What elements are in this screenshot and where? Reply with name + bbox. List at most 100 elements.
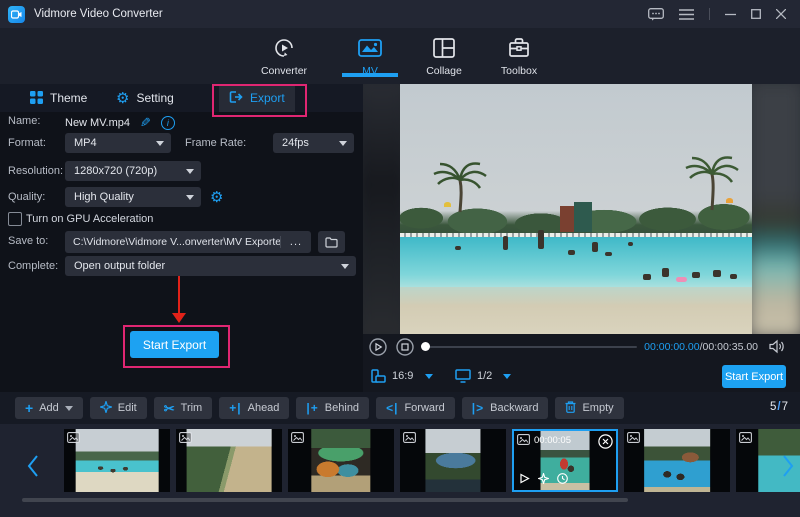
mv-icon [338,34,402,62]
nav-tab-mv[interactable]: MV [338,34,402,77]
annotation-arrow-head [172,313,186,323]
ahead-icon [229,402,241,414]
forward-button[interactable]: Forward [376,397,455,419]
quality-select[interactable]: High Quality [65,187,201,207]
tab-theme[interactable]: Theme [20,84,97,112]
theme-icon [30,91,43,106]
edit-name-icon[interactable] [140,115,151,131]
gear-icon [116,91,129,106]
add-button[interactable]: Add [15,397,83,419]
nav-tab-collage[interactable]: Collage [412,34,476,77]
nav-tab-toolbox[interactable]: Toolbox [487,34,551,77]
complete-select[interactable]: Open output folder [65,256,356,276]
image-icon [403,432,416,446]
quality-label: Quality: [8,191,45,203]
video-frame [400,84,752,334]
trim-button[interactable]: Trim [154,397,213,419]
resolution-select[interactable]: 1280x720 (720p) [65,161,201,181]
timeline-thumbnail[interactable] [64,429,170,492]
image-icon [627,432,640,446]
behind-button[interactable]: Behind [296,397,369,419]
timeline: 00:00:05 [0,424,800,517]
add-icon [25,401,33,415]
thumbnail-photo [187,429,272,492]
gpu-label: Turn on GPU Acceleration [26,213,153,225]
scene-structure [560,206,574,232]
scene-water [400,237,752,287]
close-icon[interactable] [776,9,786,19]
timeline-thumbnail[interactable] [176,429,282,492]
preview-clip-icon[interactable] [519,473,530,487]
timeline-thumbnail[interactable] [400,429,506,492]
app-window: Vidmore Video Converter [0,0,800,517]
timeline-scrollbar[interactable] [22,498,628,502]
screen-icon[interactable] [455,369,471,386]
timeline-thumbnail[interactable] [624,429,730,492]
image-icon [739,432,752,446]
open-folder-button[interactable] [318,231,345,253]
backward-button[interactable]: Backward [462,397,549,419]
counter-total: 7 [782,401,788,413]
image-icon [67,432,80,446]
converter-icon [252,34,316,62]
scene-structure [574,202,592,232]
thumbnail-photo [425,429,480,492]
name-label: Name: [8,115,40,127]
clip-counter: 5/7 [770,401,788,413]
player-controls: 00:00:00.00/00:00:35.00 [363,334,800,360]
page-dropdown-icon[interactable] [503,374,511,379]
play-button[interactable] [369,338,387,359]
resolution-label: Resolution: [8,165,63,177]
frame-rate-select[interactable]: 24fps [273,133,354,153]
titlebar-divider [709,8,710,20]
minimize-icon[interactable] [725,9,736,19]
format-select[interactable]: MP4 [65,133,171,153]
trim-icon [164,402,175,415]
browse-button[interactable]: ... [280,236,311,248]
add-dropdown-icon [65,406,73,411]
thumbnail-duration: 00:00:05 [534,435,571,446]
timeline-thumbnail[interactable] [288,429,394,492]
feedback-icon[interactable] [648,8,664,21]
stop-button[interactable] [396,338,414,359]
edit-clip-icon[interactable] [538,473,549,487]
start-export-button-preview[interactable]: Start Export [722,365,786,388]
edit-button[interactable]: Edit [90,397,147,419]
remove-clip-icon[interactable] [598,434,613,452]
volume-icon[interactable] [769,339,786,357]
aspect-ratio-icon[interactable] [371,369,386,386]
ahead-button[interactable]: Ahead [219,397,289,419]
app-logo-icon [8,6,25,23]
collage-icon [412,34,476,62]
maximize-icon[interactable] [751,9,761,19]
scroll-left-icon[interactable] [26,454,39,481]
window-title: Vidmore Video Converter [34,8,163,20]
save-to-label: Save to: [8,235,48,247]
info-icon[interactable]: i [161,116,175,130]
clip-toolbar: Add Edit Trim Ahead Behind [0,392,800,424]
forward-icon [386,402,398,414]
start-export-button[interactable]: Start Export [130,331,219,358]
edit-icon [100,401,112,415]
thumbnail-strip: 00:00:05 [64,429,800,492]
tab-export[interactable]: Export [219,84,295,112]
time-display: 00:00:00.00/00:00:35.00 [644,341,758,353]
duration-clip-icon[interactable] [557,473,568,487]
quality-settings-icon[interactable] [210,188,223,206]
progress-slider[interactable] [425,346,637,348]
player-toolbar: 16:9 1/2 Start Export [363,360,800,392]
timeline-thumbnail-selected[interactable]: 00:00:05 [512,429,618,492]
scroll-right-icon[interactable] [782,454,795,481]
empty-button[interactable]: Empty [555,397,623,419]
tab-setting[interactable]: Setting [106,84,184,112]
preview-blur-left [363,84,405,334]
name-value: New MV.mp4 [65,117,130,129]
aspect-ratio-dropdown-icon[interactable] [425,374,433,379]
total-time: 00:00:35.00 [703,341,758,353]
nav-tab-converter[interactable]: Converter [252,34,316,77]
save-path-field[interactable]: C:\Vidmore\Vidmore V...onverter\MV Expor… [65,231,311,253]
umbrella [726,198,733,203]
progress-knob[interactable] [421,342,430,351]
menu-icon[interactable] [679,9,694,20]
gpu-checkbox[interactable] [8,212,22,226]
